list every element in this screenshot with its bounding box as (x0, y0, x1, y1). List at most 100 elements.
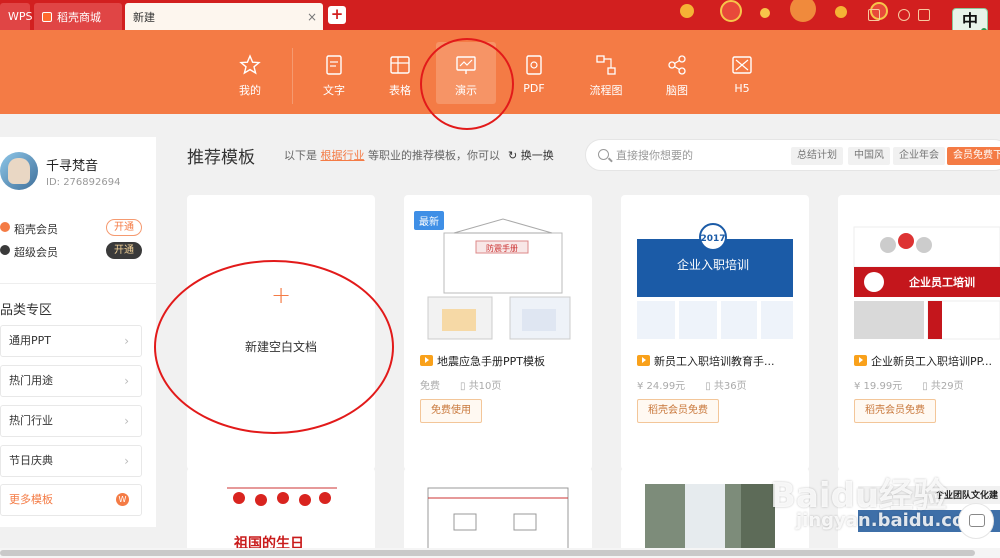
chat-icon[interactable] (958, 503, 994, 539)
close-icon[interactable]: × (307, 10, 317, 24)
h5-icon (732, 56, 752, 74)
template-title-text: 新员工入职培训教育手... (654, 355, 775, 368)
training-slide-icon: 2017 企业入职培训 (637, 223, 793, 339)
super-open-button[interactable]: 开通 (106, 242, 142, 259)
template-title: 新员工入职培训教育手... (637, 353, 802, 369)
category-general-ppt[interactable]: 通用PPT › (0, 325, 142, 357)
membership-daoke: 稻壳会员 开通 (0, 219, 156, 237)
template-pages: 共29页 (930, 381, 964, 392)
ppt-file-icon (637, 355, 650, 366)
tray-icon[interactable] (868, 9, 880, 21)
by-industry-link[interactable]: 根据行业 (321, 149, 365, 162)
search-tag[interactable]: 中国风 (848, 147, 890, 165)
coin-icon: ¥ (637, 381, 647, 392)
template-card[interactable] (404, 468, 592, 558)
search-tag[interactable]: 总结计划 (791, 147, 843, 165)
skin-icon[interactable] (898, 9, 910, 21)
watermark-url: jingyan.baidu.com (796, 510, 984, 531)
category-festival[interactable]: 节日庆典 › (0, 445, 142, 477)
search-tag[interactable]: 企业年会 (893, 147, 945, 165)
toolbar-divider (292, 48, 293, 104)
refresh-button[interactable]: ↻ 换一换 (508, 147, 554, 163)
tab-daoke-mall[interactable]: 稻壳商城 (34, 3, 122, 30)
template-thumbnail: 祖国的生日 (197, 482, 365, 558)
refresh-label: 换一换 (520, 149, 554, 162)
search-icon (598, 149, 609, 160)
festive-decoration (640, 0, 940, 30)
tool-pdf[interactable]: PDF (504, 42, 564, 104)
recommend-subtitle: 以下是 根据行业 等职业的推荐模板，你可以 (284, 147, 500, 163)
search-tag-member-free[interactable]: 会员免费下 (947, 147, 1000, 165)
template-title: 企业新员工入职培训PP... (854, 353, 1000, 369)
template-price: 24.99元 (646, 381, 686, 392)
building-sketch-icon: 防震手册 (427, 218, 571, 340)
thumb-title: 企业入职培训 (677, 257, 749, 272)
subtitle-prefix: 以下是 (284, 149, 317, 162)
section-title: 推荐模板 (187, 148, 255, 168)
pages-icon: ▯ (460, 381, 469, 392)
tool-label: 流程图 (589, 84, 623, 97)
new-badge: 最新 (414, 211, 444, 230)
chevron-right-icon: › (124, 454, 129, 468)
template-meta: ¥ 19.99元 ▯ 共29页 (854, 377, 964, 392)
search-input[interactable] (616, 147, 776, 163)
tool-mine[interactable]: 我的 (220, 42, 280, 104)
tool-writer[interactable]: 文字 (304, 42, 364, 104)
coin-icon: ¥ (854, 381, 864, 392)
sidebar-divider (0, 283, 156, 284)
category-label: 通用PPT (9, 334, 51, 347)
staff-training-slide-icon: 企业员工培训 (853, 226, 1000, 340)
member-free-button[interactable]: 稻壳会员免费 (637, 399, 719, 423)
tab-bar: WPS 稻壳商城 新建 × + (0, 0, 1000, 30)
avatar[interactable] (0, 152, 38, 190)
membership-label: 超级会员 (14, 246, 58, 259)
more-templates-link[interactable]: 更多模板 W (0, 484, 142, 516)
super-member-icon (0, 245, 10, 255)
scrollbar-thumb[interactable] (0, 550, 975, 556)
tab-new[interactable]: 新建 × (125, 3, 323, 30)
annotation-circle-new-blank (154, 260, 394, 434)
template-thumbnail: 防震手册 最新 (414, 211, 582, 341)
daoke-member-icon (0, 222, 10, 232)
add-tab-button[interactable]: + (328, 6, 346, 24)
category-label: 热门用途 (9, 374, 53, 387)
chevron-right-icon: › (124, 374, 129, 388)
template-pages: 共36页 (713, 381, 747, 392)
table-icon (390, 56, 410, 74)
template-card[interactable]: 企业员工培训 企业新员工入职培训PP... ¥ 19.99元 ▯ 共29页 稻壳会… (838, 195, 1000, 470)
template-title-text: 企业新员工入职培训PP... (871, 355, 993, 368)
category-hot-use[interactable]: 热门用途 › (0, 365, 142, 397)
template-card[interactable]: 防震手册 最新 地震应急手册PPT模板 免费 ▯ 共10页 免费使用 (404, 195, 592, 470)
template-price: 免费 (420, 381, 440, 392)
tool-h5[interactable]: H5 (712, 42, 772, 104)
template-card[interactable]: 2017 企业入职培训 新员工入职培训教育手... ¥ 24.99元 ▯ 共36页… (621, 195, 809, 470)
pages-icon: ▯ (705, 381, 714, 392)
tool-label: 表格 (389, 84, 411, 97)
use-free-button[interactable]: 免费使用 (420, 399, 482, 423)
category-label: 节日庆典 (9, 454, 53, 467)
shirt-icon[interactable] (918, 9, 930, 21)
horizontal-scrollbar[interactable] (0, 548, 1000, 558)
template-meta: 免费 ▯ 共10页 (420, 377, 501, 392)
membership-super: 超级会员 开通 (0, 242, 156, 260)
star-icon (239, 54, 261, 75)
template-thumbnail: 2017 企业入职培训 (631, 211, 799, 341)
tool-mindmap[interactable]: 脑图 (647, 42, 707, 104)
daoke-open-button[interactable]: 开通 (106, 219, 142, 236)
category-label: 热门行业 (9, 414, 53, 427)
member-free-button[interactable]: 稻壳会员免费 (854, 399, 936, 423)
tool-label: 文字 (323, 84, 345, 97)
tool-flowchart[interactable]: 流程图 (576, 42, 636, 104)
membership-label: 稻壳会员 (14, 223, 58, 236)
category-hot-industry[interactable]: 热门行业 › (0, 405, 142, 437)
thumb-title: 企业员工培训 (908, 275, 975, 289)
mindmap-icon (668, 55, 686, 75)
chevron-right-icon: › (124, 334, 129, 348)
flowchart-icon (596, 55, 616, 75)
template-meta: ¥ 24.99元 ▯ 共36页 (637, 377, 747, 392)
template-card[interactable]: 祖国的生日 (187, 468, 375, 558)
tab-wps[interactable]: WPS (0, 3, 33, 30)
lantern-icon: 祖国的生日 (227, 487, 337, 552)
tab-mall-label: 稻壳商城 (57, 10, 101, 24)
pages-icon: ▯ (922, 381, 931, 392)
